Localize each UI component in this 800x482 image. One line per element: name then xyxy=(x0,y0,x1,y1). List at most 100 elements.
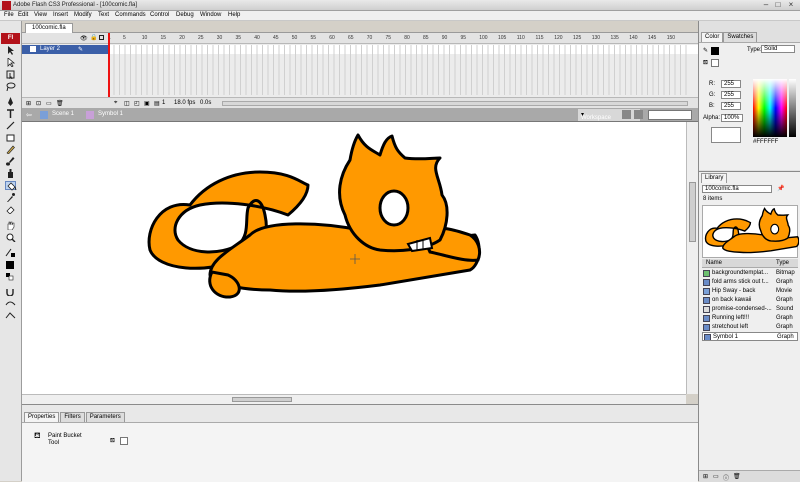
paint-bucket-tool-icon[interactable] xyxy=(5,181,17,191)
minimize-button[interactable]: – xyxy=(760,0,772,10)
selection-tool-icon[interactable] xyxy=(5,46,16,55)
menu-help[interactable]: Help xyxy=(228,12,240,18)
stage-horizontal-scrollbar[interactable] xyxy=(22,394,686,404)
edit-multiple-icon[interactable]: ▣ xyxy=(144,100,150,107)
center-frame-icon[interactable]: ⌖ xyxy=(114,100,117,107)
hscroll-thumb[interactable] xyxy=(232,397,292,402)
add-folder-icon[interactable]: ▭ xyxy=(46,100,52,107)
edit-symbols-icon[interactable] xyxy=(634,110,643,119)
brightness-slider[interactable] xyxy=(789,79,796,137)
straighten-tool-icon[interactable] xyxy=(5,311,16,320)
tab-swatches[interactable]: Swatches xyxy=(723,32,758,42)
ink-bottle-tool-icon[interactable] xyxy=(5,169,16,178)
delete-layer-icon[interactable]: 🗑 xyxy=(56,100,64,107)
menu-insert[interactable]: Insert xyxy=(53,12,68,18)
pencil-tool-icon[interactable] xyxy=(5,145,16,154)
zoom-tool-icon[interactable] xyxy=(5,233,16,242)
line-tool-icon[interactable] xyxy=(5,121,16,130)
stage-vertical-scrollbar[interactable] xyxy=(686,122,698,394)
tab-library[interactable]: Library xyxy=(701,173,728,183)
menu-view[interactable]: View xyxy=(34,12,47,18)
menu-debug[interactable]: Debug xyxy=(176,12,194,18)
library-item[interactable]: promise-condensed-... Sound xyxy=(702,305,798,314)
playhead[interactable] xyxy=(108,33,110,97)
lasso-tool-icon[interactable] xyxy=(5,82,16,91)
tab-color[interactable]: Color xyxy=(701,32,724,42)
document-tab[interactable]: 100comic.fla xyxy=(25,23,73,33)
fill-color-icon[interactable] xyxy=(5,260,16,269)
close-button[interactable]: × xyxy=(784,0,798,10)
snap-tool-icon[interactable] xyxy=(5,287,16,296)
edit-scene-icon[interactable] xyxy=(622,110,631,119)
subselection-tool-icon[interactable] xyxy=(5,58,16,67)
smooth-tool-icon[interactable] xyxy=(5,299,16,308)
fill-color-swatch[interactable] xyxy=(120,437,128,445)
library-document-select[interactable]: 100comic.fla xyxy=(702,185,772,193)
b-input[interactable]: 255 xyxy=(721,102,741,110)
fill-color-swatch-panel[interactable] xyxy=(711,59,719,67)
stroke-color-icon[interactable] xyxy=(5,248,16,257)
tab-parameters[interactable]: Parameters xyxy=(85,412,125,422)
maximize-button[interactable]: □ xyxy=(772,0,784,10)
back-arrow-icon[interactable]: ⇦ xyxy=(26,111,32,119)
menu-commands[interactable]: Commands xyxy=(115,12,146,18)
lock-icon[interactable]: 🔒 xyxy=(90,34,97,41)
library-item-selected[interactable]: Symbol 1 Graph xyxy=(702,332,798,341)
library-item[interactable]: on back kawaii Graph xyxy=(702,296,798,305)
vscroll-thumb[interactable] xyxy=(689,182,696,242)
onion-skin-icon[interactable]: ◫ xyxy=(124,100,130,107)
onion-outline-icon[interactable]: ◰ xyxy=(134,100,140,107)
library-item[interactable]: backgroundtemplat... Bitmap xyxy=(702,269,798,278)
frame-grid[interactable] xyxy=(108,45,688,95)
cat-drawing[interactable] xyxy=(22,122,686,394)
menu-modify[interactable]: Modify xyxy=(74,12,92,18)
scene-breadcrumb[interactable]: Scene 1 xyxy=(52,111,74,117)
free-transform-tool-icon[interactable] xyxy=(5,70,16,79)
hex-value[interactable]: #FFFFFF xyxy=(753,139,778,145)
swap-colors-icon[interactable] xyxy=(5,272,16,281)
name-column-header[interactable]: Name xyxy=(706,260,722,266)
color-spectrum[interactable] xyxy=(753,79,787,137)
symbol-breadcrumb[interactable]: Symbol 1 xyxy=(98,111,123,117)
library-item[interactable]: Running left!!! Graph xyxy=(702,314,798,323)
library-item[interactable]: fold arms stick out t... Graph xyxy=(702,278,798,287)
frame-ruler[interactable]: 1510152025303540455055606570758085909510… xyxy=(108,33,688,44)
menu-file[interactable]: File xyxy=(4,12,14,18)
g-input[interactable]: 255 xyxy=(721,91,741,99)
hand-tool-icon[interactable] xyxy=(5,221,16,230)
new-folder-icon[interactable]: ▭ xyxy=(713,473,719,480)
pen-tool-icon[interactable] xyxy=(5,97,16,106)
type-select[interactable]: Solid xyxy=(761,45,795,53)
library-item[interactable]: Hip Sway - back Movie xyxy=(702,287,798,296)
alpha-input[interactable]: 100% xyxy=(721,114,743,122)
timeline-scrollbar[interactable] xyxy=(222,101,688,106)
text-tool-icon[interactable] xyxy=(5,109,16,118)
menu-window[interactable]: Window xyxy=(200,12,221,18)
tools-panel: Fl xyxy=(0,21,22,481)
menu-control[interactable]: Control xyxy=(150,12,169,18)
pin-icon[interactable]: 📌 xyxy=(777,185,784,192)
ruler-label: 115 xyxy=(535,35,544,41)
new-symbol-icon[interactable]: ⊞ xyxy=(703,473,708,480)
library-item[interactable]: stretchout left Graph xyxy=(702,323,798,332)
add-guide-icon[interactable]: ⊡ xyxy=(36,100,41,107)
onion-markers-icon[interactable]: ▤ xyxy=(154,100,160,107)
stage[interactable] xyxy=(22,122,686,394)
tab-filters[interactable]: Filters xyxy=(60,412,85,422)
menu-text[interactable]: Text xyxy=(98,12,109,18)
delete-icon[interactable]: 🗑 xyxy=(733,473,741,480)
zoom-select[interactable]: 100% xyxy=(648,110,692,121)
properties-body: ⛾ Paint Bucket Tool ⛾ xyxy=(22,422,698,482)
r-input[interactable]: 255 xyxy=(721,80,741,88)
eraser-tool-icon[interactable] xyxy=(5,205,16,214)
rectangle-tool-icon[interactable] xyxy=(5,133,16,142)
type-column-header[interactable]: Type xyxy=(776,260,789,266)
stroke-color-swatch[interactable] xyxy=(711,47,719,55)
eye-icon[interactable]: 👁 xyxy=(80,35,88,42)
eyedropper-tool-icon[interactable] xyxy=(5,193,16,202)
add-layer-icon[interactable]: ⊞ xyxy=(26,100,31,107)
outline-icon[interactable] xyxy=(99,35,104,40)
menu-edit[interactable]: Edit xyxy=(18,12,28,18)
brush-tool-icon[interactable] xyxy=(5,157,16,166)
tab-properties[interactable]: Properties xyxy=(24,412,60,422)
